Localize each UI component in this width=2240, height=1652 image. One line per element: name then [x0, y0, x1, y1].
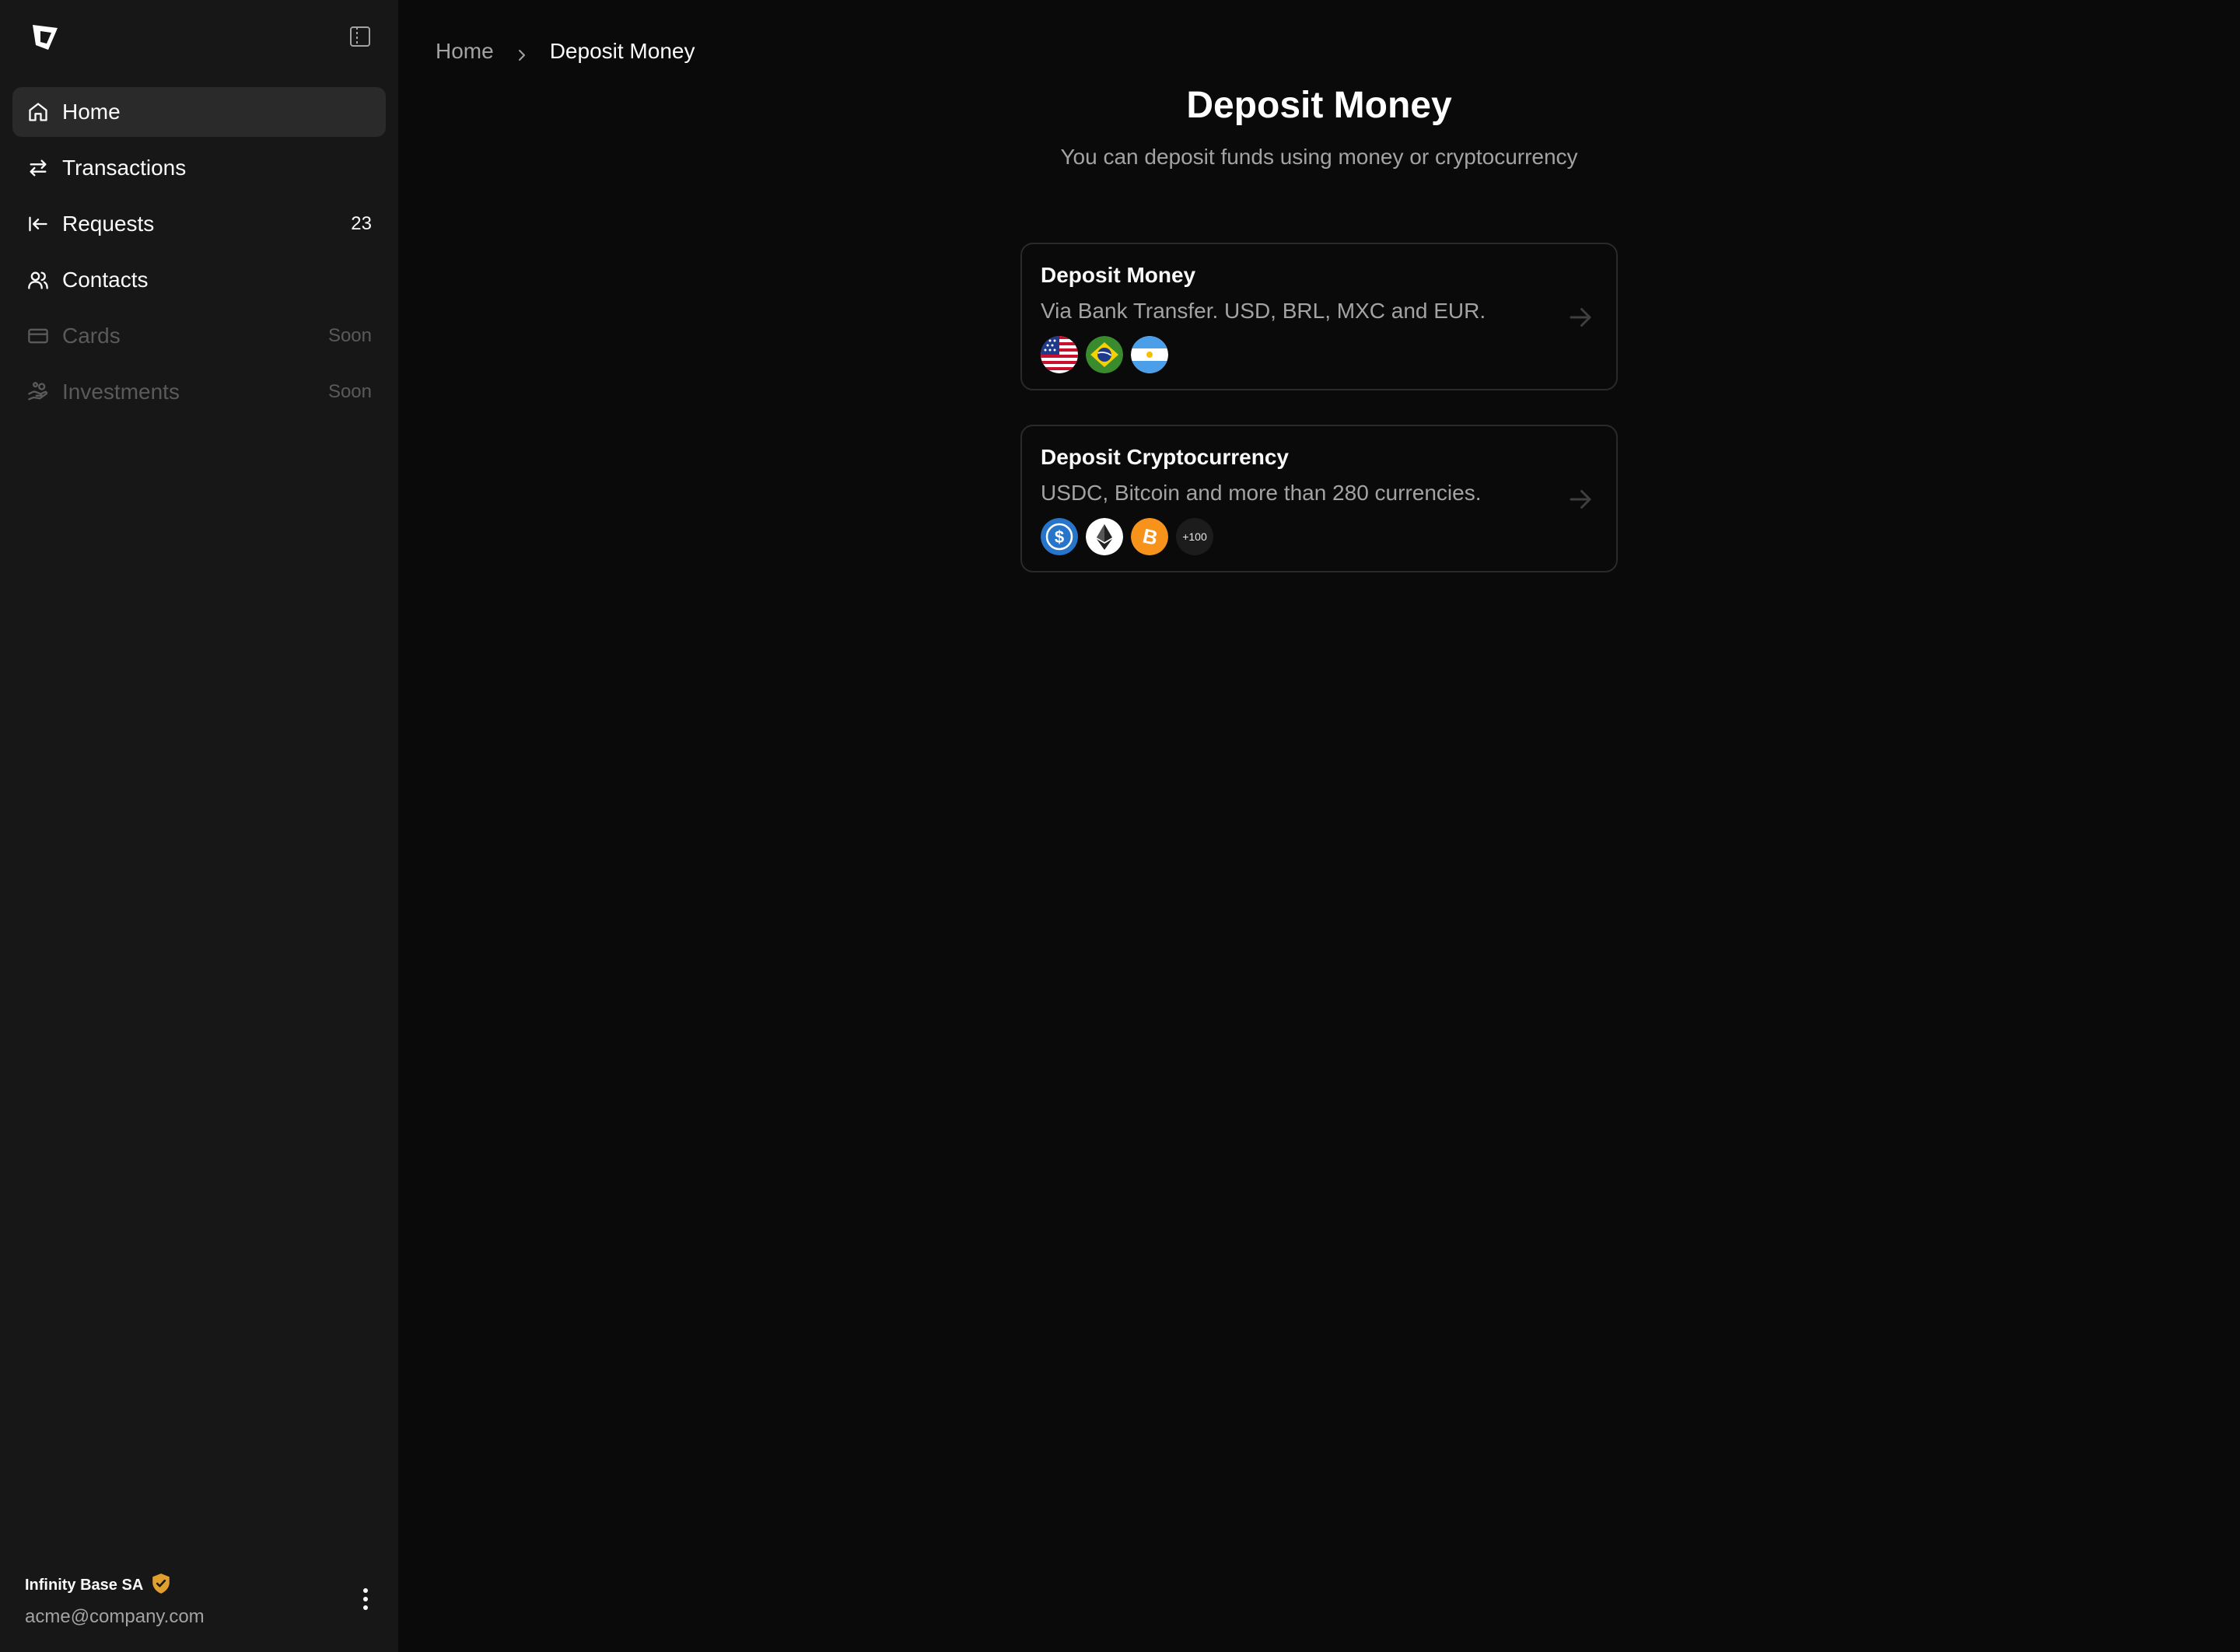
verified-shield-icon — [151, 1573, 171, 1598]
breadcrumb-home-link[interactable]: Home — [436, 39, 494, 64]
us-flag-icon — [1041, 336, 1078, 373]
organization-name: Infinity Base SA — [25, 1577, 144, 1594]
deposit-crypto-card[interactable]: Deposit Cryptocurrency USDC, Bitcoin and… — [1020, 425, 1618, 572]
crypto-icons: $ B +100 — [1041, 518, 1598, 555]
sidebar: Home Transactions Requests 23 Contacts C… — [0, 0, 398, 1652]
currency-flags — [1041, 336, 1598, 373]
app-logo[interactable] — [30, 22, 61, 53]
ethereum-icon — [1086, 518, 1123, 555]
bitcoin-icon: B — [1131, 518, 1168, 555]
chevron-right-icon — [516, 44, 528, 61]
card-title: Deposit Cryptocurrency — [1041, 445, 1289, 469]
more-currencies-badge: +100 — [1176, 518, 1213, 555]
account-email: acme@company.com — [25, 1606, 205, 1627]
page-subtitle: You can deposit funds using money or cry… — [1060, 145, 1578, 169]
sidebar-item-investments[interactable]: Investments Soon — [12, 367, 386, 417]
page-title: Deposit Money — [1186, 85, 1452, 126]
breadcrumb: Home Deposit Money — [436, 39, 695, 64]
arrow-left-to-line-icon — [26, 212, 50, 236]
soon-badge: Soon — [327, 325, 372, 346]
more-vertical-icon[interactable] — [356, 1585, 375, 1613]
sidebar-item-label: Cards — [62, 324, 121, 348]
deposit-money-card[interactable]: Deposit Money Via Bank Transfer. USD, BR… — [1020, 243, 1618, 390]
credit-card-icon — [26, 324, 50, 348]
sidebar-toggle-icon[interactable] — [348, 25, 372, 48]
sidebar-nav: Home Transactions Requests 23 Contacts C… — [12, 87, 386, 423]
argentina-flag-icon — [1131, 336, 1168, 373]
sidebar-item-contacts[interactable]: Contacts — [12, 255, 386, 305]
card-description: USDC, Bitcoin and more than 280 currenci… — [1041, 481, 1482, 505]
soon-badge: Soon — [327, 381, 372, 402]
arrows-swap-icon — [26, 156, 50, 180]
sidebar-item-label: Investments — [62, 380, 180, 404]
svg-text:$: $ — [1055, 527, 1064, 547]
sidebar-item-label: Contacts — [62, 268, 149, 292]
arrow-right-icon — [1566, 485, 1594, 513]
arrow-right-icon — [1566, 303, 1594, 331]
sidebar-item-requests[interactable]: Requests 23 — [12, 199, 386, 249]
sidebar-item-cards[interactable]: Cards Soon — [12, 311, 386, 361]
account-profile[interactable]: Infinity Base SA acme@company.com — [25, 1573, 375, 1627]
sidebar-item-transactions[interactable]: Transactions — [12, 143, 386, 193]
card-title: Deposit Money — [1041, 263, 1196, 287]
users-icon — [26, 268, 50, 292]
requests-count-badge: 23 — [351, 213, 372, 234]
breadcrumb-current: Deposit Money — [549, 39, 695, 63]
sidebar-item-label: Transactions — [62, 156, 187, 180]
brazil-flag-icon — [1086, 336, 1123, 373]
card-description: Via Bank Transfer. USD, BRL, MXC and EUR… — [1041, 299, 1486, 323]
hand-coins-icon — [26, 380, 50, 404]
sidebar-item-label: Requests — [62, 212, 155, 236]
usdc-icon: $ — [1041, 518, 1078, 555]
